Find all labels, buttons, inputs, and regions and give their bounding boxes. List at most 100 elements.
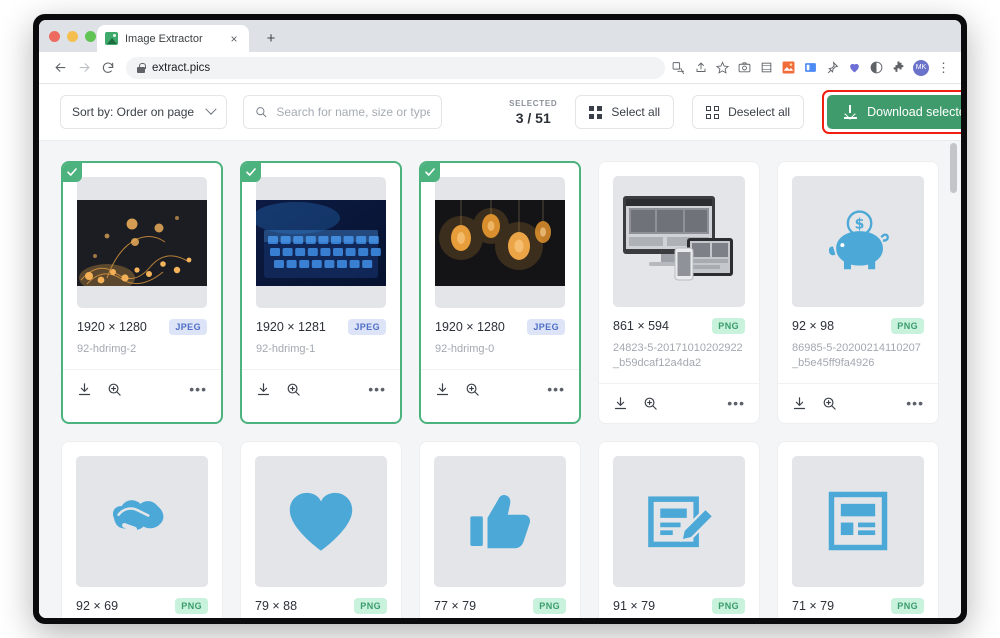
download-icon[interactable] [256,382,271,397]
card-thumbnail[interactable] [613,176,745,307]
sort-by-label: Sort by: Order on page [72,105,195,119]
vertical-scrollbar[interactable] [950,143,957,613]
card-type-badge: PNG [891,597,924,614]
card-type-badge: PNG [354,597,387,614]
search-box[interactable] [243,95,443,129]
new-tab-button[interactable]: + [261,28,281,48]
card-thumbnail[interactable] [613,455,745,587]
screenshot-icon[interactable] [737,60,752,75]
search-icon [256,107,267,118]
card-more-menu[interactable]: ••• [368,382,386,397]
deselect-all-button[interactable]: Deselect all [692,95,805,129]
image-card[interactable]: $ 92 × 98 PNG 86985-5-20200214110207_b5e… [777,161,939,424]
magnifier-plus-icon[interactable] [286,382,301,397]
image-card[interactable]: 92 × 69 PNG ••• [61,440,223,618]
search-input[interactable] [276,105,431,119]
download-icon[interactable] [435,382,450,397]
chevron-down-icon [205,103,217,115]
card-dimensions: 92 × 69 [76,598,119,613]
card-selected-checkmark[interactable] [63,162,82,182]
card-more-menu[interactable]: ••• [906,396,924,411]
card-dimensions: 91 × 79 [613,598,656,613]
forward-icon[interactable] [72,56,96,80]
close-icon[interactable]: × [227,33,241,45]
magnifier-plus-icon[interactable] [822,396,837,411]
card-actions: ••• [599,382,759,423]
download-selected-label: Download selected [867,105,961,119]
card-thumbnail[interactable] [77,177,207,308]
card-thumbnail[interactable] [76,455,208,587]
card-meta: 91 × 79 PNG [599,587,759,614]
magnifier-plus-icon[interactable] [643,396,658,411]
card-meta-row: 77 × 79 PNG [434,597,566,614]
download-selected-button[interactable]: Download selected [827,95,961,129]
contrast-icon[interactable] [869,60,884,75]
deselect-all-label: Deselect all [728,105,791,119]
card-actions: ••• [63,368,221,409]
card-thumbnail[interactable] [255,455,387,587]
card-dimensions: 1920 × 1280 [435,320,505,334]
browser-tab[interactable]: Image Extractor × [97,25,249,52]
card-type-badge: PNG [712,597,745,614]
translate-icon[interactable] [671,60,686,75]
magnifier-plus-icon[interactable] [107,382,122,397]
bookmark-star-icon[interactable] [715,60,730,75]
card-selected-checkmark[interactable] [421,162,440,182]
card-thumbnail[interactable] [792,455,924,587]
card-type-badge: JPEG [169,319,207,335]
download-icon[interactable] [77,382,92,397]
card-meta-row: 92 × 69 PNG [76,597,208,614]
card-meta: 79 × 88 PNG [241,587,401,614]
image-card[interactable]: 79 × 88 PNG ••• [240,440,402,618]
image-card[interactable]: 1920 × 1281 JPEG 92-hdrimg-1 ••• [240,161,402,424]
card-selected-checkmark[interactable] [242,162,261,182]
card-thumbnail[interactable] [256,177,386,308]
image-card[interactable]: 861 × 594 PNG 24823-5-20171010202922_b59… [598,161,760,424]
page-content: Sort by: Order on page SELECTED 3 / 51 S… [39,84,961,618]
magnifier-plus-icon[interactable] [465,382,480,397]
heart-icon[interactable] [847,60,862,75]
image-card[interactable]: 77 × 79 PNG ••• [419,440,581,618]
download-icon[interactable] [792,396,807,411]
card-more-menu[interactable]: ••• [727,396,745,411]
pin-icon[interactable] [825,60,840,75]
card-thumbnail[interactable] [435,177,565,308]
puzzle-icon[interactable] [891,60,906,75]
lock-icon [137,62,146,73]
window-close-button[interactable] [49,31,60,42]
image-grid-scroll-area[interactable]: 1920 × 1280 JPEG 92-hdrimg-2 ••• 1920 × … [39,141,961,618]
card-actions: ••• [778,382,938,423]
card-more-menu[interactable]: ••• [547,382,565,397]
avatar[interactable]: MK [913,59,929,76]
select-all-button[interactable]: Select all [575,95,675,129]
crop-icon[interactable] [759,60,774,75]
download-icon[interactable] [613,396,628,411]
card-filename: 92-hdrimg-1 [256,343,316,355]
download-highlight-box: Download selected [822,90,961,134]
card-filename: 92-hdrimg-2 [77,343,137,355]
image-extractor-icon[interactable] [781,60,796,75]
reload-icon[interactable] [96,56,120,80]
reader-icon[interactable] [803,60,818,75]
scrollbar-thumb[interactable] [950,143,957,193]
image-card[interactable]: 91 × 79 PNG ••• [598,440,760,618]
browser-menu-icon[interactable]: ⋮ [936,60,951,75]
image-card[interactable]: 71 × 79 PNG ••• [777,440,939,618]
card-dimensions: 79 × 88 [255,598,298,613]
sort-by-dropdown[interactable]: Sort by: Order on page [60,95,228,129]
card-filename: 92-hdrimg-0 [435,343,495,355]
window-minimize-button[interactable] [67,31,78,42]
image-card[interactable]: 1920 × 1280 JPEG 92-hdrimg-2 ••• [61,161,223,424]
address-bar[interactable]: extract.pics [126,56,665,79]
back-icon[interactable] [48,56,72,80]
card-meta: 71 × 79 PNG [778,587,938,614]
card-dimensions: 1920 × 1281 [256,320,326,334]
card-thumbnail[interactable]: $ [792,176,924,307]
image-card[interactable]: 1920 × 1280 JPEG 92-hdrimg-0 ••• [419,161,581,424]
card-meta: 1920 × 1280 JPEG 92-hdrimg-2 [63,308,221,357]
share-icon[interactable] [693,60,708,75]
card-thumbnail[interactable] [434,455,566,587]
card-more-menu[interactable]: ••• [189,382,207,397]
browser-window-frame: Image Extractor × + extract.pics MK ⋮ So… [33,14,967,624]
window-maximize-button[interactable] [85,31,96,42]
